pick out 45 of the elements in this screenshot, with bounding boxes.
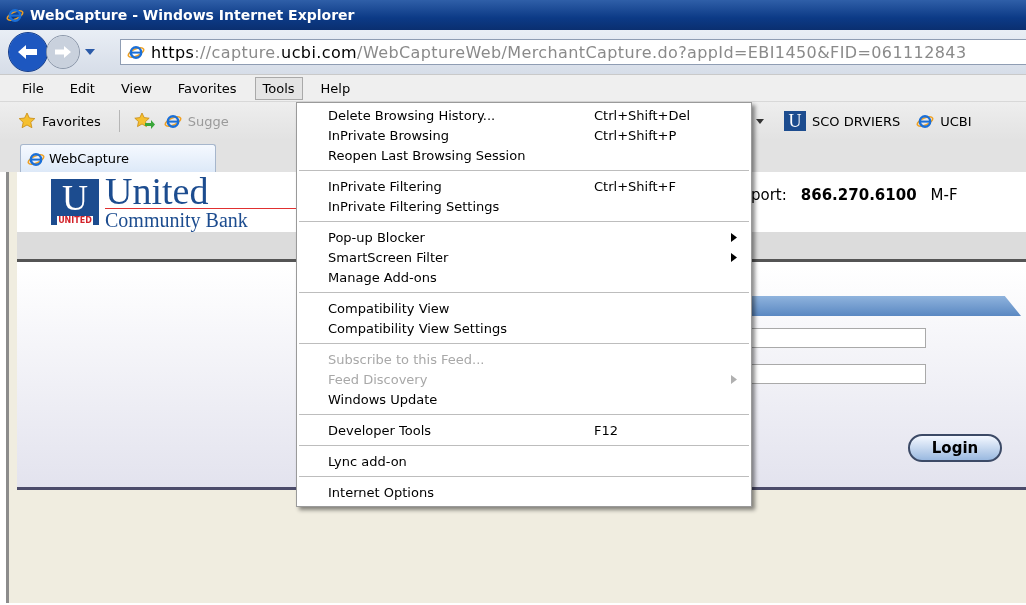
menu-item[interactable]: Compatibility View Settings [297, 318, 751, 338]
page-icon [127, 43, 145, 61]
browser-icon [6, 6, 24, 24]
menu-item[interactable]: Manage Add-ons [297, 267, 751, 287]
support-label: port: [751, 186, 787, 204]
browser-tab[interactable]: WebCapture [20, 144, 216, 172]
page-icon [916, 112, 935, 130]
menu-item[interactable]: Help [312, 76, 359, 100]
menu-item[interactable]: SmartScreen Filter [297, 247, 751, 267]
login-button[interactable]: Login [908, 434, 1002, 462]
address-field[interactable]: https://capture.ucbi.com/WebCaptureWeb/MerchantCapture.do?appId=EBI1450&FID=061112843 [120, 39, 1026, 65]
menu-item[interactable]: Lync add-on [297, 451, 751, 471]
menu-item[interactable]: View [112, 76, 160, 100]
back-button[interactable] [8, 32, 48, 72]
browser-icon [163, 112, 182, 130]
menu-item[interactable]: Tools [254, 76, 303, 100]
menu-item[interactable]: Reopen Last Browsing Session [297, 145, 751, 165]
favorites-button[interactable]: Favorites [14, 109, 105, 133]
menu-item[interactable]: Windows Update [297, 389, 751, 409]
window-title: WebCapture - Windows Internet Explorer [30, 7, 355, 23]
add-favorite-icon[interactable] [133, 112, 156, 130]
caret-icon[interactable] [756, 118, 764, 124]
menu-item[interactable]: Favorites [169, 76, 245, 100]
menu-item[interactable]: Edit [61, 76, 103, 100]
input-field[interactable] [751, 328, 926, 348]
phone-number: 866.270.6100 [800, 186, 917, 204]
menu-item[interactable]: Compatibility View [297, 298, 751, 318]
support-hours: M-F [930, 186, 958, 204]
input-field[interactable] [751, 364, 926, 384]
url-text: https://capture.ucbi.com/WebCaptureWeb/MerchantCapture.do?appId=EBI1450&FID=061112843 [151, 42, 967, 62]
menu-item[interactable]: Internet Options [297, 482, 751, 502]
bank-subname: Community Bank [105, 208, 249, 231]
bank-logo-icon: U UNITED [51, 179, 99, 225]
star-icon [18, 112, 36, 130]
bank-logo-icon: U [784, 111, 806, 131]
favorite-link[interactable]: UCBI [940, 113, 972, 129]
caret-icon[interactable] [84, 48, 96, 56]
menu-item[interactable]: Developer Tools F12 [297, 420, 751, 440]
favorite-link[interactable]: SCO DRVIERS [812, 113, 901, 129]
menu-item[interactable]: Delete Browsing History... Ctrl+Shift+Del [297, 105, 751, 125]
menu-item[interactable]: InPrivate Browsing Ctrl+Shift+P [297, 125, 751, 145]
tab-title: WebCapture [49, 151, 130, 166]
submenu-arrow-icon [731, 374, 737, 384]
menu-item[interactable]: Pop-up Blocker [297, 227, 751, 247]
menu-item[interactable]: File [14, 76, 52, 100]
